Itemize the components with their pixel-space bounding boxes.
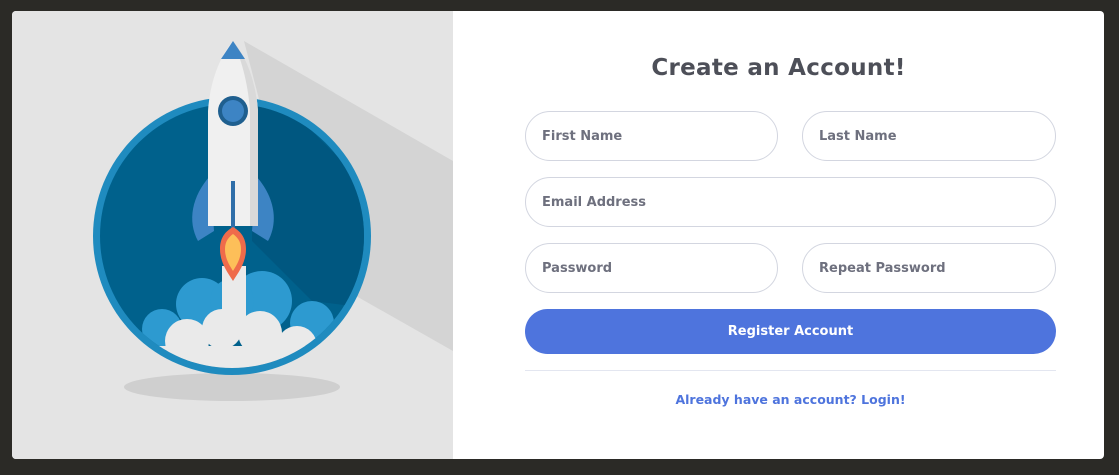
rocket-launch-icon [93,41,453,401]
register-card: Create an Account! Register Account Alre… [12,11,1104,459]
register-form: Create an Account! Register Account Alre… [453,11,1104,459]
register-account-button[interactable]: Register Account [525,309,1056,354]
repeat-password-field[interactable] [802,243,1056,293]
page-title: Create an Account! [651,55,906,81]
password-field[interactable] [525,243,778,293]
email-field[interactable] [525,177,1056,227]
login-link[interactable]: Already have an account? Login! [525,392,1056,407]
illustration-panel [12,11,453,459]
last-name-field[interactable] [802,111,1056,161]
first-name-field[interactable] [525,111,778,161]
divider [525,370,1056,371]
